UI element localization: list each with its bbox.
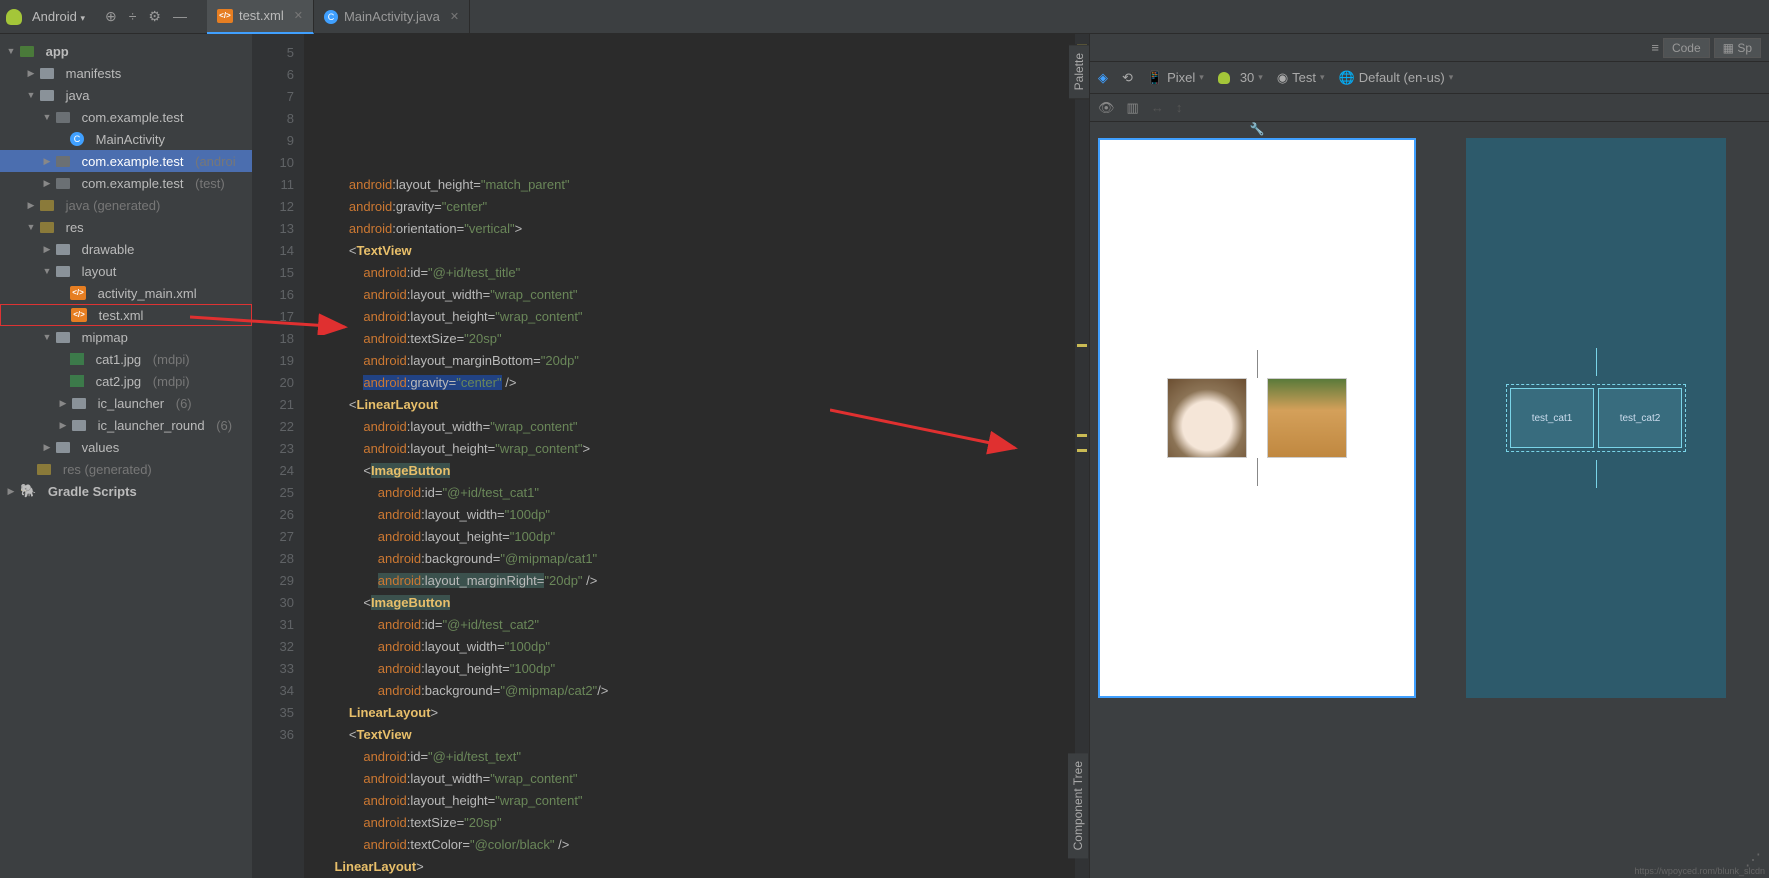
code-editor[interactable]: 5678910111213141516171819202122232425262… <box>252 34 1089 878</box>
project-selector[interactable]: Android ▾ <box>32 9 85 24</box>
layout-mode-icon[interactable]: ▥ <box>1127 100 1139 116</box>
close-icon[interactable]: ✕ <box>294 9 303 22</box>
tree-node-cat2[interactable]: cat2.jpg (mdpi) <box>0 370 252 392</box>
component-tree-tab[interactable]: Component Tree <box>1068 753 1088 858</box>
orientation-icon[interactable]: ⟲ <box>1122 70 1133 86</box>
tree-node-manifests[interactable]: ▶ manifests <box>0 62 252 84</box>
top-toolbar: Android ▾ ⊕ ÷ ⚙ — </> test.xml ✕ C MainA… <box>0 0 1769 34</box>
android-icon <box>6 9 22 25</box>
tab-test-xml[interactable]: </> test.xml ✕ <box>207 0 314 34</box>
design-surface-icon[interactable]: ◈ <box>1098 70 1108 86</box>
xml-file-icon: </> <box>217 9 233 23</box>
tab-mainactivity[interactable]: C MainActivity.java ✕ <box>314 0 470 34</box>
tree-node-ic-launcher-round[interactable]: ▶ ic_launcher_round (6) <box>0 414 252 436</box>
tree-node-activity-main[interactable]: </> activity_main.xml <box>0 282 252 304</box>
pan-icon[interactable]: ↔ <box>1151 100 1164 115</box>
design-panel: Palette ≡ Code ▦ Sp ◈ ⟲ 📱 Pixel▾ 30▾ ◉ T… <box>1089 34 1769 878</box>
tree-node-pkg[interactable]: ▼ com.example.test <box>0 106 252 128</box>
editor-tabs: </> test.xml ✕ C MainActivity.java ✕ <box>207 0 470 34</box>
preview-imagebutton-cat1[interactable] <box>1167 378 1247 458</box>
split-view-button[interactable]: ▦ Sp <box>1714 38 1761 58</box>
palette-tab[interactable]: Palette <box>1068 44 1090 99</box>
watermark: https://wpoyced.rom/blunk_slcdn <box>1634 866 1765 876</box>
image-file-icon <box>70 375 84 387</box>
java-class-icon: C <box>324 10 338 24</box>
code-view-button[interactable]: Code <box>1663 38 1710 58</box>
tree-node-cat1[interactable]: cat1.jpg (mdpi) <box>0 348 252 370</box>
minimize-icon[interactable]: — <box>173 8 187 25</box>
list-view-icon[interactable]: ≡ <box>1651 40 1659 55</box>
tree-node-pkg-test[interactable]: ▶ com.example.test (test) <box>0 172 252 194</box>
api-selector[interactable]: 30▾ <box>1218 70 1263 85</box>
tree-node-res[interactable]: ▼ res <box>0 216 252 238</box>
line-gutter: 5678910111213141516171819202122232425262… <box>252 34 304 878</box>
theme-selector[interactable]: ◉ Test▾ <box>1277 70 1325 86</box>
tree-node-java-gen[interactable]: ▶ java (generated) <box>0 194 252 216</box>
xml-file-icon: </> <box>71 308 87 322</box>
collapse-icon[interactable]: ÷ <box>129 8 137 25</box>
error-stripe[interactable] <box>1075 34 1089 878</box>
preview-imagebutton-cat2[interactable] <box>1267 378 1347 458</box>
xml-file-icon: </> <box>70 286 86 300</box>
blueprint-preview[interactable]: test_cat1 test_cat2 <box>1466 138 1726 698</box>
zoom-icon[interactable]: ↕ <box>1176 100 1183 115</box>
wrench-icon[interactable]: 🔧 <box>1250 122 1265 136</box>
tree-node-mainactivity[interactable]: C MainActivity <box>0 128 252 150</box>
design-preview[interactable]: 🔧 <box>1098 138 1416 698</box>
tree-node-layout[interactable]: ▼ layout <box>0 260 252 282</box>
image-file-icon <box>70 353 84 365</box>
target-icon[interactable]: ⊕ <box>105 8 117 25</box>
tree-node-test-xml[interactable]: </> test.xml <box>0 304 252 326</box>
close-icon[interactable]: ✕ <box>450 10 459 23</box>
project-tree[interactable]: ▼ app ▶ manifests ▼ java ▼ com.example.t… <box>0 34 252 878</box>
view-options-icon[interactable]: 👁 <box>1098 100 1115 116</box>
tree-node-mipmap[interactable]: ▼ mipmap <box>0 326 252 348</box>
tree-node-drawable[interactable]: ▶ drawable <box>0 238 252 260</box>
locale-selector[interactable]: 🌐 Default (en-us)▾ <box>1339 70 1454 86</box>
tree-node-values[interactable]: ▶ values <box>0 436 252 458</box>
tree-node-pkg-androidtest[interactable]: ▶ com.example.test (androi <box>0 150 252 172</box>
tree-node-gradle[interactable]: ▶🐘 Gradle Scripts <box>0 480 252 502</box>
settings-icon[interactable]: ⚙ <box>148 8 161 25</box>
design-toolbar: ◈ ⟲ 📱 Pixel▾ 30▾ ◉ Test▾ 🌐 Default (en-u… <box>1090 62 1769 94</box>
tree-node-app[interactable]: ▼ app <box>0 40 252 62</box>
tree-node-res-gen[interactable]: res (generated) <box>0 458 252 480</box>
device-selector[interactable]: 📱 Pixel▾ <box>1147 70 1204 86</box>
gradle-icon: 🐘 <box>20 483 36 499</box>
tree-node-ic-launcher[interactable]: ▶ ic_launcher (6) <box>0 392 252 414</box>
java-class-icon: C <box>70 132 84 146</box>
tree-node-java[interactable]: ▼ java <box>0 84 252 106</box>
